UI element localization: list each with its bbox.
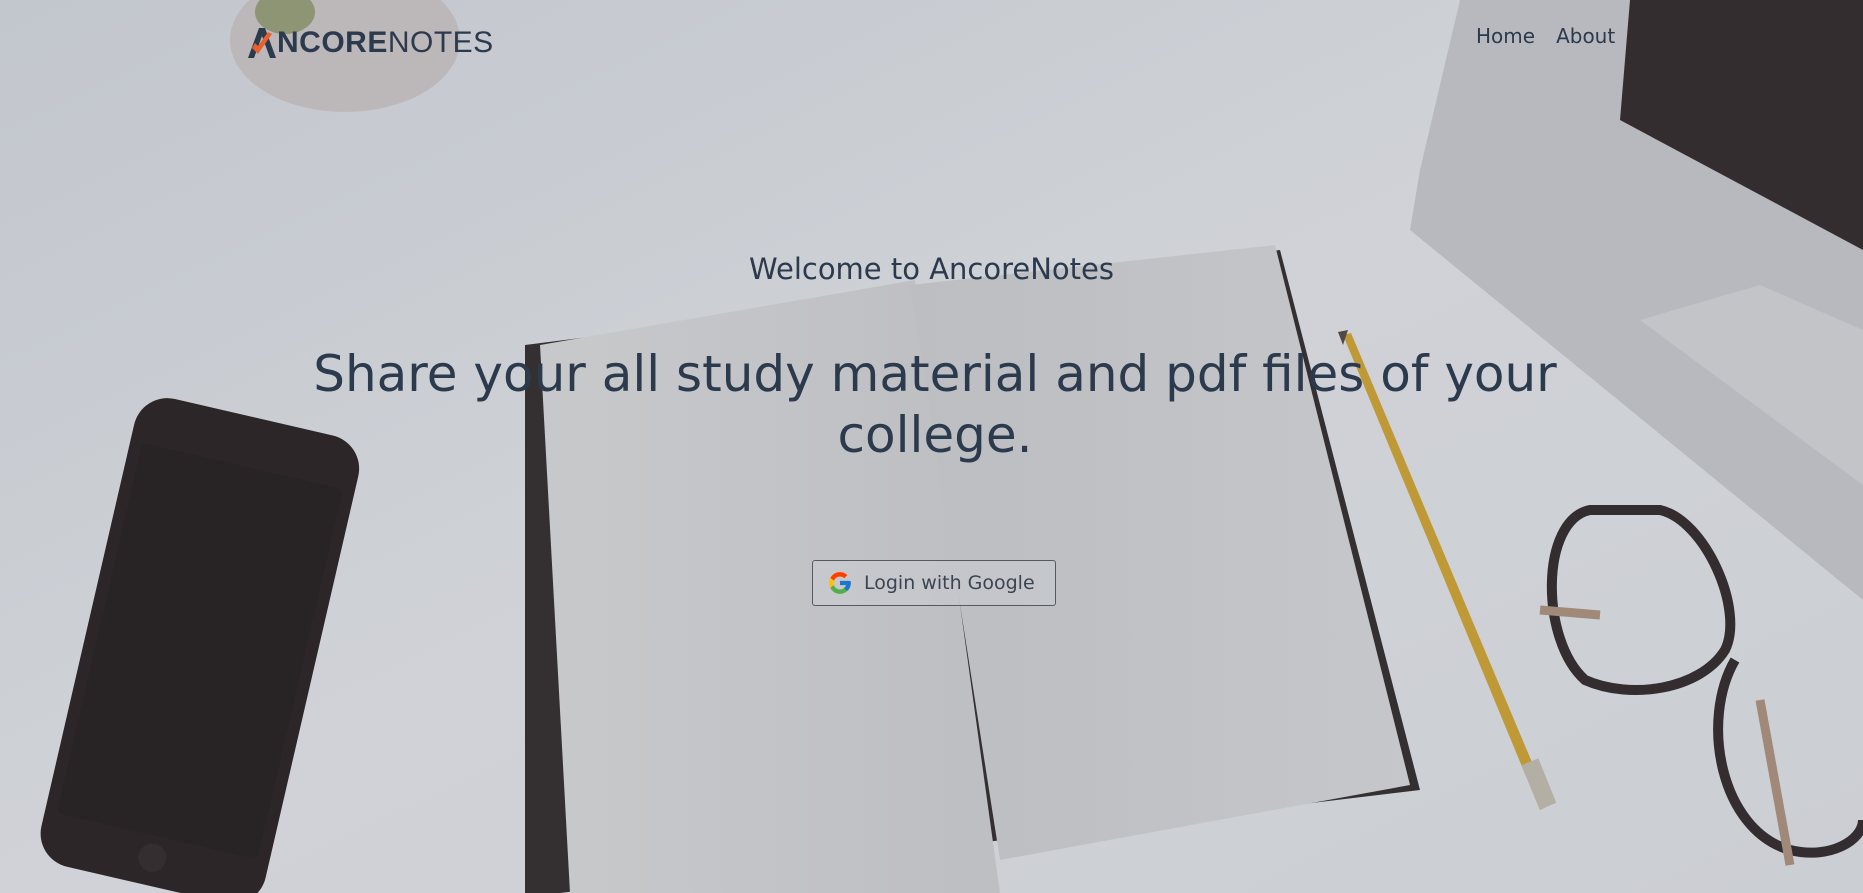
logo-text-strong: NCORE bbox=[277, 26, 388, 59]
login-button-label: Login with Google bbox=[864, 572, 1035, 594]
hero-headline: Share your all study material and pdf fi… bbox=[313, 345, 1557, 464]
ancorenotes-logo[interactable]: NCORE NOTES bbox=[248, 22, 494, 58]
logo-a-mark-icon bbox=[248, 28, 276, 58]
nav-home-link[interactable]: Home bbox=[1476, 24, 1535, 48]
google-icon bbox=[827, 570, 853, 596]
welcome-heading: Welcome to AncoreNotes bbox=[749, 252, 1114, 286]
login-with-google-button[interactable]: Login with Google bbox=[812, 560, 1056, 606]
top-nav: Home About bbox=[1476, 24, 1615, 48]
nav-about-link[interactable]: About bbox=[1556, 24, 1615, 48]
logo-text-thin: NOTES bbox=[387, 26, 494, 59]
